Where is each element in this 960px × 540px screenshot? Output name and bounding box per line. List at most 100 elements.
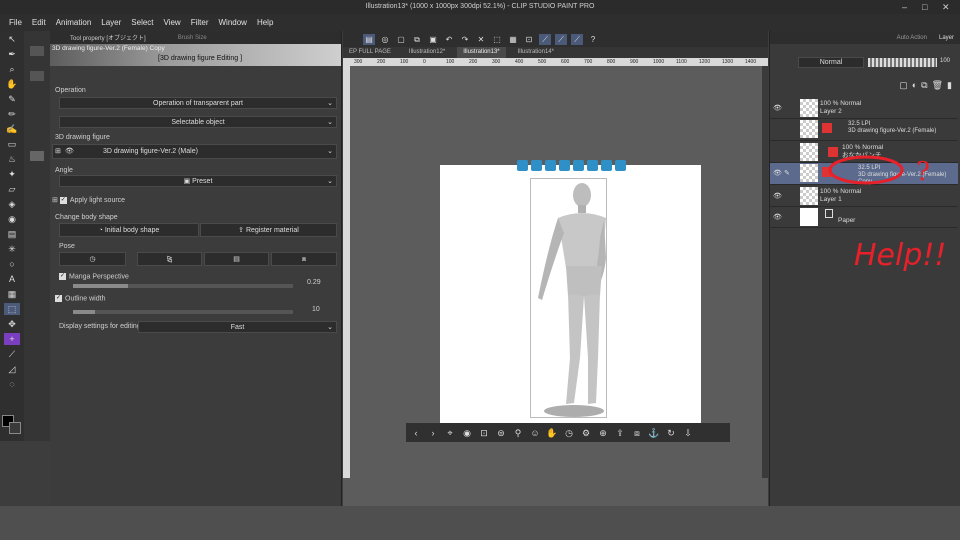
pose-figure-button[interactable]: ⧈ [271, 252, 337, 266]
manga-checkbox[interactable]: ✓ [59, 273, 66, 280]
3d-figure[interactable] [530, 178, 607, 418]
sub-tool-icon[interactable] [30, 71, 44, 81]
move-plane-icon[interactable] [559, 160, 570, 171]
tab-layer[interactable]: Layer [933, 35, 960, 41]
menu-filter[interactable]: Filter [191, 18, 209, 27]
select-all-icon[interactable]: ▦ [507, 34, 519, 45]
anchor-icon[interactable]: ⚓ [648, 427, 660, 439]
ground-icon[interactable]: ⊜ [495, 427, 507, 439]
transform-icon[interactable]: ⬚ [491, 34, 503, 45]
special-ruler-snap-icon[interactable]: ⟋ [555, 33, 567, 45]
correct-line-tool-icon[interactable]: ⟋ [4, 348, 20, 360]
eye-icon[interactable]: 👁 [773, 192, 782, 200]
minimize-button[interactable]: – [902, 0, 907, 14]
eye-icon[interactable]: 👁 [773, 104, 782, 112]
eraser-tool-icon[interactable]: ▱ [4, 183, 20, 195]
undo-icon[interactable]: ↶ [443, 34, 455, 45]
tab-canvas[interactable]: Illustration14* [512, 47, 560, 58]
new-layer-icon[interactable]: ▢ [899, 80, 908, 91]
outline-row[interactable]: ✓ Outline width [55, 295, 105, 302]
help-icon[interactable]: ? [587, 34, 599, 45]
hand-tool-icon[interactable]: ✋ [4, 78, 20, 90]
register-material-button[interactable]: ⇪ Register material [200, 223, 337, 237]
rotate-x-icon[interactable] [601, 160, 612, 171]
move-tool-icon[interactable]: ✥ [4, 318, 20, 330]
sparkle-tool-icon[interactable]: ✳ [4, 243, 20, 255]
display-dropdown[interactable]: Fast ⌄ [138, 321, 337, 333]
initial-body-shape-button[interactable]: ◔ Initial body shape [59, 223, 199, 237]
apply-light-checkbox[interactable]: ✓ [59, 196, 67, 204]
pen-tool-icon[interactable]: ✒ [4, 48, 20, 60]
deselect-icon[interactable]: ⊡ [523, 34, 535, 45]
register-pose-icon[interactable]: ⇪ [614, 427, 626, 439]
close-button[interactable]: ✕ [942, 0, 950, 14]
operation-tool-icon[interactable]: ↖ [4, 33, 20, 45]
selectable-dropdown[interactable]: Selectable object ⌄ [59, 116, 337, 128]
pose-flip-button[interactable]: ⧎ [137, 252, 202, 266]
face-icon[interactable]: ☺ [529, 427, 541, 439]
hand-icon[interactable]: ✋ [546, 427, 558, 439]
rotate-icon[interactable] [573, 160, 584, 171]
camera-rotate-icon[interactable] [517, 160, 528, 171]
apply-light-row[interactable]: ⊞ ✓ Apply light source [52, 196, 125, 204]
tab-tool-property[interactable]: Tool property [オブジェクト] [50, 33, 158, 42]
ruler-tool-icon[interactable]: ◿ [4, 363, 20, 375]
camera-icon[interactable]: ◉ [461, 427, 473, 439]
frame-tool-icon[interactable]: ▦ [4, 288, 20, 300]
tab-auto-action[interactable]: Auto Action [891, 35, 933, 41]
expand-icon[interactable]: ⊞ [55, 145, 61, 159]
figure-body-icon[interactable]: ⚲ [512, 427, 524, 439]
plus-tool-icon[interactable]: + [4, 333, 20, 345]
outline-slider[interactable] [73, 310, 293, 314]
body-type-icon[interactable]: ⧈ [631, 427, 643, 439]
sub-color-swatch[interactable] [9, 422, 21, 434]
delete-layer-icon[interactable]: 🗑 [932, 80, 943, 91]
airbrush-tool-icon[interactable]: ♨ [4, 153, 20, 165]
menu-window[interactable]: Window [219, 18, 247, 27]
blend-tool-icon[interactable]: ◈ [4, 198, 20, 210]
prev-icon[interactable]: ‹ [410, 427, 422, 439]
rotate-y-icon[interactable] [587, 160, 598, 171]
manga-slider[interactable] [73, 284, 293, 288]
object-tool-icon[interactable]: ⬚ [4, 303, 20, 315]
eye-icon[interactable]: 👁 [773, 213, 782, 221]
sub-tool-icon[interactable] [30, 46, 44, 56]
expand-icon[interactable]: ⊞ [52, 197, 60, 204]
tab-canvas[interactable]: EP FULL PAGE [343, 47, 397, 58]
camera-move-icon[interactable] [545, 160, 556, 171]
lock-icon[interactable]: ⊕ [597, 427, 609, 439]
clear-icon[interactable]: ✕ [475, 34, 487, 45]
eyedropper-tool-icon[interactable]: ✎ [4, 93, 20, 105]
scale-icon[interactable] [615, 160, 626, 171]
menu-help[interactable]: Help [257, 18, 273, 27]
sub-tool-icon[interactable] [30, 151, 44, 161]
outline-checkbox[interactable]: ✓ [55, 295, 62, 302]
fill-tool-icon[interactable]: ◉ [4, 213, 20, 225]
pose-clipboard-button[interactable]: ▤ [204, 252, 269, 266]
tab-brush-size[interactable]: Brush Size [158, 35, 219, 41]
marker-tool-icon[interactable]: ▭ [4, 138, 20, 150]
rotate-figure-icon[interactable]: ↻ [665, 427, 677, 439]
new-icon[interactable]: ▤ [363, 33, 375, 45]
eye-icon[interactable]: 👁 [65, 145, 74, 159]
bake-icon[interactable]: ⇩ [682, 427, 694, 439]
save-icon[interactable]: ▢ [395, 34, 407, 45]
menu-file[interactable]: File [9, 18, 22, 27]
clip-icon[interactable]: ⧉ [921, 80, 927, 91]
menu-icon[interactable]: ▮ [947, 80, 952, 91]
next-icon[interactable]: › [427, 427, 439, 439]
layer-row[interactable]: 32.5 LPI 3D drawing figure-Ver.2 (Female) [770, 119, 958, 141]
decoration-tool-icon[interactable]: ✦ [4, 168, 20, 180]
opacity-slider[interactable] [868, 58, 937, 67]
maximize-button[interactable]: □ [922, 0, 927, 14]
layer-row[interactable]: 👁 100 % Normal Layer 2 [770, 98, 958, 119]
blend-mode-dropdown[interactable]: Normal [798, 57, 864, 68]
eye-icon[interactable]: 👁 [773, 169, 782, 177]
text-tool-icon[interactable]: A [4, 273, 20, 285]
figure-tool-icon[interactable]: ○ [4, 258, 20, 270]
angle-dropdown[interactable]: ▣ Preset ⌄ [59, 175, 337, 187]
menu-select[interactable]: Select [131, 18, 153, 27]
zoom-tool-icon[interactable]: ⌕ [4, 63, 20, 75]
pencil-tool-icon[interactable]: ✏ [4, 108, 20, 120]
open-icon[interactable]: ◎ [379, 34, 391, 45]
